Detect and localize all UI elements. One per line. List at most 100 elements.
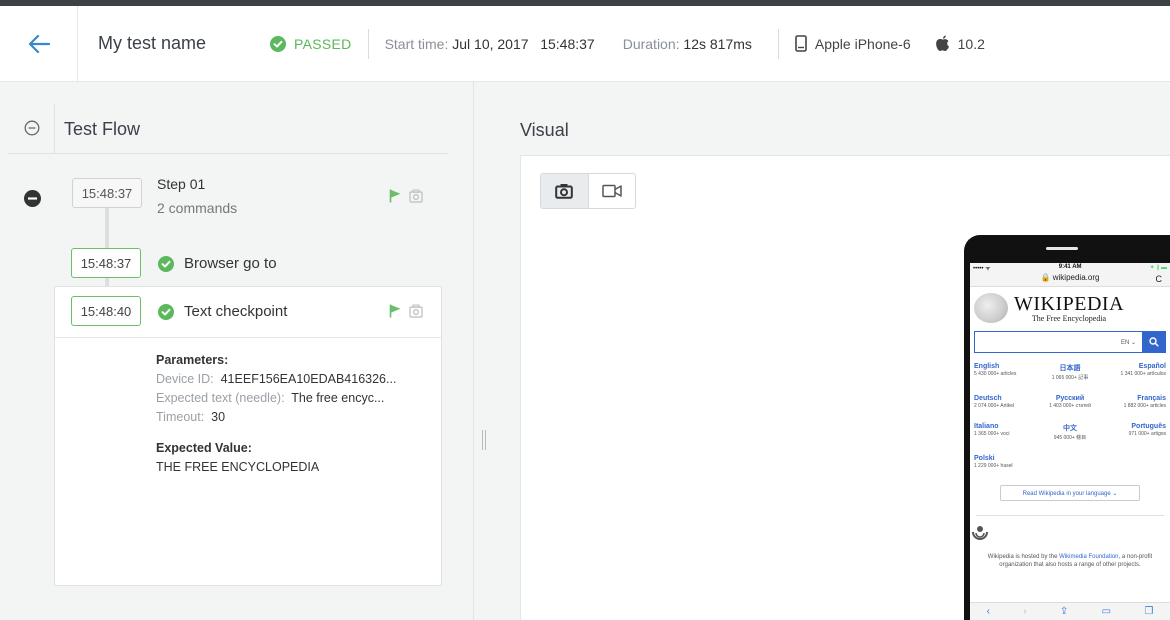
visual-title: Visual	[520, 120, 569, 140]
command-label: Browser go to	[184, 255, 277, 272]
expected-value: THE FREE ENCYCLOPEDIA	[156, 460, 320, 474]
arrow-left-icon	[28, 34, 50, 53]
divider	[54, 104, 55, 154]
carrier-signal: ••••• ᯤ	[973, 266, 991, 272]
language-item: 日本語 1 065 000+ 記事	[1051, 365, 1089, 381]
tabs-icon: ❐	[1144, 606, 1154, 617]
device-info: Apple iPhone-6 10.2	[795, 35, 985, 52]
test-header: My test name PASSED Start time: Jul 10, …	[0, 5, 1170, 82]
language-item: Português 971 000+ artigos	[1128, 423, 1166, 437]
share-icon: ⇪	[1059, 606, 1069, 617]
param-value: 30	[211, 410, 226, 424]
step-actions	[389, 189, 423, 203]
video-mode-button[interactable]	[589, 174, 636, 208]
phone-icon	[795, 35, 807, 52]
os-version: 10.2	[957, 35, 985, 52]
duration-value: 12s 817ms	[683, 35, 752, 52]
wiki-language-grid: English 5 430 000+ articles 日本語 1 065 000+…	[970, 353, 1170, 469]
divider	[777, 28, 779, 59]
status-badge: PASSED	[270, 35, 352, 52]
wikimedia-logo-icon	[972, 526, 988, 540]
wiki-search: EN ⌄	[974, 331, 1166, 353]
param-timeout: Timeout: 30	[156, 408, 396, 427]
bookmarks-icon: ▭	[1101, 606, 1112, 617]
safari-toolbar: ‹ › ⇪ ▭ ❐	[970, 602, 1170, 620]
language-item: Polski 1 229 000+ haseł	[974, 455, 1013, 469]
panel-resize-handle[interactable]	[482, 430, 486, 450]
status-text: PASSED	[294, 35, 352, 52]
step-subtitle: 2 commands	[157, 200, 238, 216]
phone-screen: ••••• ᯤ 9:41 AM ✦ ∦ ▬ 🔒 wikipedia.org C …	[970, 263, 1170, 620]
safari-url-bar: 🔒 wikipedia.org C	[970, 273, 1170, 287]
language-select: EN ⌄	[1120, 339, 1136, 346]
command-detail-card: Parameters: Device ID: 41EEF156EA10EDAB4…	[54, 286, 442, 586]
screenshot-icon[interactable]	[409, 189, 423, 203]
duration: Duration: 12s 817ms	[623, 36, 752, 52]
test-flow-title: Test Flow	[64, 119, 141, 139]
forward-arrow-icon: ›	[1023, 606, 1027, 617]
wikipedia-header: WIKIPEDIA The Free Encyclopedia	[970, 287, 1170, 325]
start-time: Start time: Jul 10, 2017 15:48:37	[385, 36, 595, 52]
wordmark-text: WIKIPEDIA	[1014, 293, 1125, 315]
language-item: 中文 945 000+ 條目	[1053, 425, 1087, 441]
param-expected-text: Expected text (needle): The free encyc..…	[156, 389, 396, 408]
device-name: Apple iPhone-6	[814, 35, 911, 52]
param-device-id: Device ID: 41EEF156EA10EDAB416326...	[156, 370, 396, 389]
param-value: The free encyc...	[291, 391, 385, 405]
clock: 9:41 AM	[1058, 264, 1082, 270]
start-time-label: Start time:	[384, 35, 449, 52]
visual-mode-toggle	[540, 173, 636, 209]
url-text: 🔒 wikipedia.org	[1040, 273, 1100, 282]
reload-icon: C	[1155, 274, 1163, 284]
video-camera-icon	[602, 184, 622, 198]
language-item: Deutsch 2 074 000+ Artikel	[974, 395, 1015, 409]
test-flow-panel: Test Flow 15:48:37 Step 01 2 commands 15…	[0, 82, 474, 620]
command-item[interactable]: Text checkpoint	[158, 303, 287, 320]
param-value: 41EEF156EA10EDAB416326...	[220, 372, 397, 386]
wikipedia-globe-logo	[974, 293, 1008, 323]
screenshot-mode-button[interactable]	[541, 174, 589, 208]
duration-label: Duration:	[622, 35, 680, 52]
command-timestamp: 15:48:40	[71, 296, 141, 326]
command-item[interactable]: Browser go to	[158, 255, 277, 272]
check-circle-icon	[158, 255, 174, 272]
step-timestamp: 15:48:37	[72, 178, 142, 208]
param-key: Expected text (needle):	[156, 391, 285, 405]
language-item: English 5 430 000+ articles	[974, 363, 1017, 377]
camera-icon	[555, 184, 574, 199]
command-timestamp: 15:48:37	[71, 248, 141, 278]
start-time-value: Jul 10, 2017 15:48:37	[452, 35, 595, 52]
divider	[55, 337, 441, 338]
language-item: Italiano 1 365 000+ voci	[974, 423, 1010, 437]
device-screenshot: ••••• ᯤ 9:41 AM ✦ ∦ ▬ 🔒 wikipedia.org C …	[964, 235, 1170, 620]
param-key: Device ID:	[156, 372, 214, 386]
collapse-all-icon[interactable]	[24, 120, 40, 136]
ios-status-bar: ••••• ᯤ 9:41 AM ✦ ∦ ▬	[970, 263, 1170, 273]
language-item: Français 1 882 000+ articles	[1123, 395, 1166, 409]
check-circle-icon	[270, 35, 286, 52]
command-parameters: Parameters: Device ID: 41EEF156EA10EDAB4…	[156, 351, 396, 477]
wikipedia-wordmark: WIKIPEDIA The Free Encyclopedia	[1014, 293, 1124, 323]
apple-icon	[935, 35, 949, 51]
collapse-step-icon[interactable]	[24, 190, 41, 207]
command-label: Text checkpoint	[184, 303, 288, 320]
back-button[interactable]	[0, 5, 78, 82]
flag-icon[interactable]	[389, 304, 401, 318]
divider	[976, 515, 1164, 516]
read-in-language-button: Read Wikipedia in your language ⌄	[1000, 485, 1140, 501]
screenshot-icon[interactable]	[409, 304, 423, 318]
wiki-footer-text: Wikipedia is hosted by the Wikimedia Fou…	[987, 554, 1153, 568]
phone-speaker	[1046, 247, 1078, 250]
language-item: Русский 1 403 000+ статей	[1049, 395, 1091, 409]
param-key: Timeout:	[156, 410, 205, 424]
flag-icon[interactable]	[389, 189, 401, 203]
battery: ✦ ∦ ▬	[1149, 265, 1167, 271]
command-actions	[389, 304, 423, 318]
wiki-search-button	[1142, 331, 1166, 353]
back-arrow-icon: ‹	[986, 606, 990, 617]
step-title[interactable]: Step 01	[157, 176, 205, 192]
search-icon	[1149, 337, 1159, 347]
expected-value-label: Expected Value:	[156, 441, 252, 455]
divider	[367, 28, 369, 59]
test-flow-header: Test Flow	[8, 104, 448, 154]
